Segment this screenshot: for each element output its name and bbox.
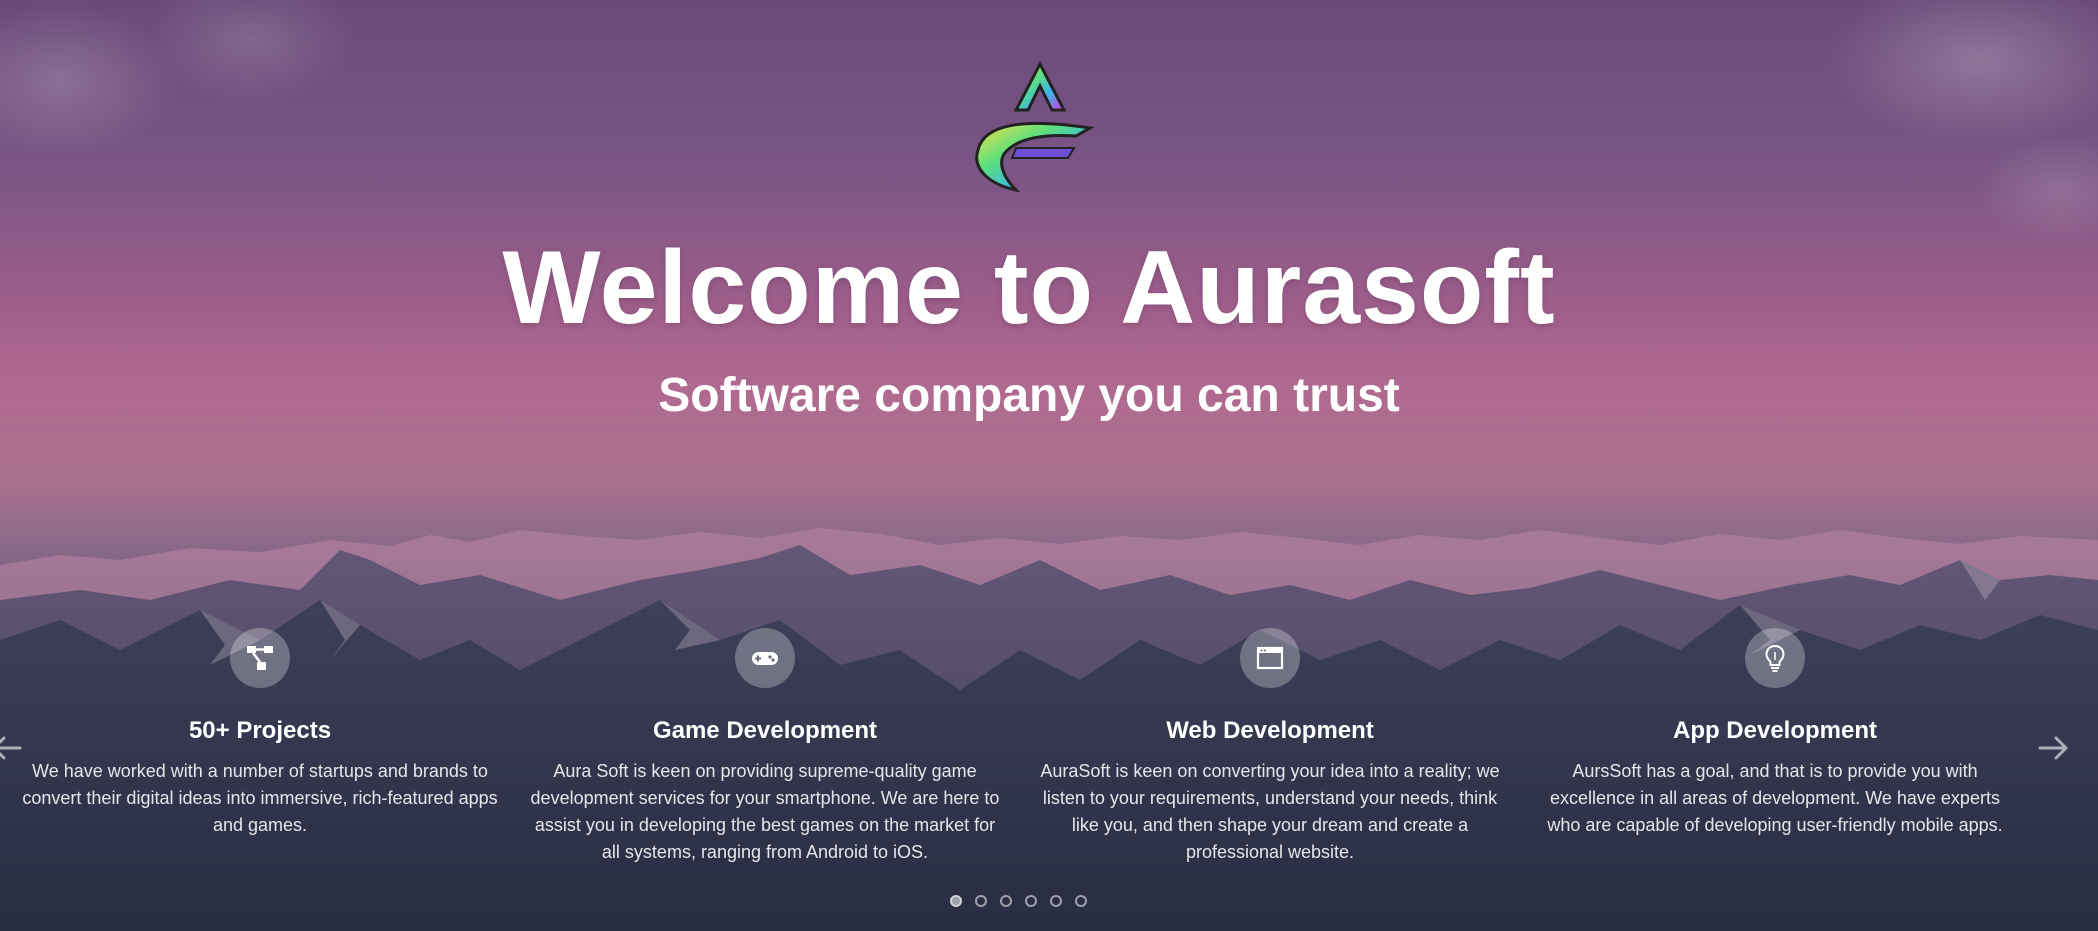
carousel-dot-5[interactable] (1050, 895, 1062, 907)
aurasoft-logo (975, 60, 1095, 193)
carousel-dot-6[interactable] (1075, 895, 1087, 907)
carousel-next-button[interactable] (2034, 728, 2074, 768)
arrow-right-icon (2038, 736, 2068, 760)
page-subtitle: Software company you can trust (658, 369, 1400, 422)
project-structure-icon (247, 646, 273, 670)
browser-window-icon (1256, 646, 1284, 670)
feature-item-game-development: Game Development Aura Soft is keen on pr… (525, 628, 1005, 866)
carousel-dot-1[interactable] (950, 895, 962, 907)
carousel-dot-3[interactable] (1000, 895, 1012, 907)
feature-icon-circle (735, 628, 795, 688)
feature-title: Game Development (652, 717, 878, 744)
feature-item-projects: 50+ Projects We have worked with a numbe… (20, 628, 500, 839)
feature-title: App Development (1672, 717, 1878, 744)
feature-item-app-development: App Development AursSoft has a goal, and… (1535, 628, 2015, 839)
page-title: Welcome to Aurasoft (502, 230, 1556, 346)
feature-icon-circle (230, 628, 290, 688)
feature-description: We have worked with a number of startups… (22, 761, 498, 835)
feature-title: 50+ Projects (188, 717, 332, 744)
feature-icon-circle (1745, 628, 1805, 688)
feature-description: AursSoft has a goal, and that is to prov… (1547, 761, 2003, 835)
carousel-pagination (950, 895, 1087, 911)
hero-section: Welcome to Aurasoft Software company you… (0, 0, 2098, 931)
feature-title: Web Development (1166, 717, 1374, 744)
gamepad-icon (752, 652, 778, 665)
feature-item-web-development: Web Development AuraSoft is keen on conv… (1030, 628, 1510, 866)
lightbulb-icon (1765, 644, 1785, 672)
feature-description: AuraSoft is keen on converting your idea… (1040, 761, 1500, 862)
feature-description: Aura Soft is keen on providing supreme-q… (530, 761, 1000, 862)
carousel-dot-2[interactable] (975, 895, 987, 907)
carousel-dot-4[interactable] (1025, 895, 1037, 907)
features-carousel: 50+ Projects We have worked with a numbe… (20, 628, 2030, 878)
feature-icon-circle (1240, 628, 1300, 688)
